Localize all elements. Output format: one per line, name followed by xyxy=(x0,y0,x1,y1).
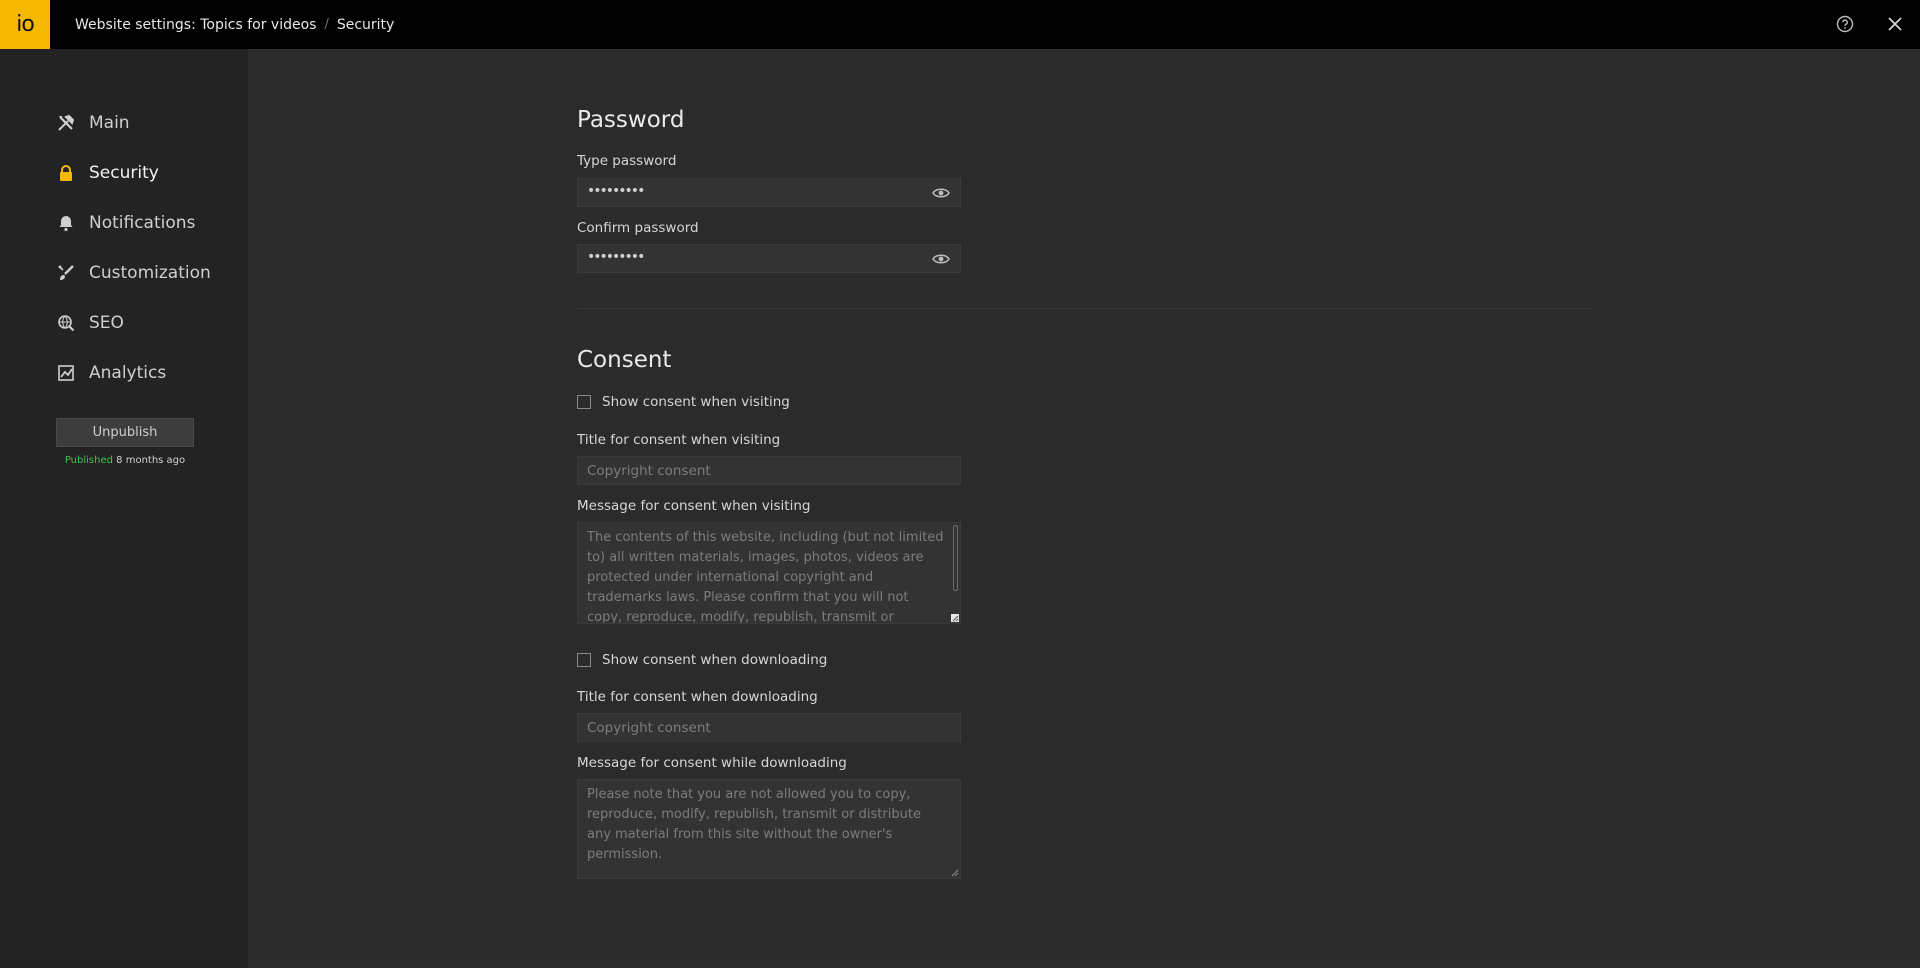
sidebar-item-label: Security xyxy=(89,163,159,183)
sidebar-item-customization[interactable]: Customization xyxy=(56,260,211,286)
globe-search-icon xyxy=(56,313,76,333)
sidebar-item-seo[interactable]: SEO xyxy=(56,310,124,336)
breadcrumb: Website settings: Topics for videos / Se… xyxy=(75,0,394,49)
help-circle-icon[interactable] xyxy=(1832,11,1858,37)
published-status-label: Published xyxy=(64,455,113,466)
message-downloading-label: Message for consent while downloading xyxy=(577,755,847,771)
unpublish-button[interactable]: Unpublish xyxy=(56,418,194,447)
logo-text: io xyxy=(16,12,35,37)
message-visiting-label: Message for consent when visiting xyxy=(577,498,811,514)
confirm-password-field[interactable]: ••••••••• xyxy=(577,244,961,273)
app-logo[interactable]: io xyxy=(0,0,50,49)
checkbox[interactable] xyxy=(577,653,591,667)
message-visiting-textarea[interactable]: The contents of this website, including … xyxy=(577,522,961,624)
brush-icon xyxy=(56,263,76,283)
title-downloading-placeholder: Copyright consent xyxy=(587,720,711,736)
breadcrumb-current: Security xyxy=(336,16,395,33)
message-downloading-placeholder: Please note that you are not allowed you… xyxy=(587,787,921,862)
sidebar-item-notifications[interactable]: Notifications xyxy=(56,210,195,236)
title-visiting-label: Title for consent when visiting xyxy=(577,432,781,448)
confirm-password-value: ••••••••• xyxy=(587,249,645,265)
sidebar-item-label: Main xyxy=(89,113,130,133)
bell-icon xyxy=(56,213,76,233)
sidebar-item-security[interactable]: Security xyxy=(56,160,159,186)
sidebar-item-label: SEO xyxy=(89,313,124,333)
type-password-field[interactable]: ••••••••• xyxy=(577,178,961,207)
checkbox-label: Show consent when visiting xyxy=(602,394,790,410)
publish-status: Published 8 months ago xyxy=(56,455,194,466)
title-downloading-input[interactable]: Copyright consent xyxy=(577,713,961,742)
top-bar: io Website settings: Topics for videos /… xyxy=(0,0,1920,49)
message-downloading-textarea[interactable]: Please note that you are not allowed you… xyxy=(577,779,961,879)
sidebar-item-label: Analytics xyxy=(89,363,167,383)
eye-icon[interactable] xyxy=(932,185,950,201)
confirm-password-label: Confirm password xyxy=(577,220,699,236)
title-visiting-input[interactable]: Copyright consent xyxy=(577,456,961,485)
show-consent-downloading-checkbox[interactable]: Show consent when downloading xyxy=(577,652,827,668)
breadcrumb-separator: / xyxy=(324,17,329,32)
breadcrumb-parent[interactable]: Website settings: Topics for videos xyxy=(75,17,316,33)
checkbox[interactable] xyxy=(577,395,591,409)
consent-heading: Consent xyxy=(577,347,672,373)
tools-icon xyxy=(56,113,76,133)
title-visiting-placeholder: Copyright consent xyxy=(587,463,711,479)
sidebar-item-label: Notifications xyxy=(89,213,196,233)
type-password-value: ••••••••• xyxy=(587,183,645,199)
password-heading: Password xyxy=(577,107,685,133)
scrollbar[interactable] xyxy=(953,525,958,591)
sidebar: Main Security Notifications Customizatio… xyxy=(0,49,248,968)
resize-handle-icon[interactable] xyxy=(951,869,959,877)
title-downloading-label: Title for consent when downloading xyxy=(577,689,818,705)
show-consent-visiting-checkbox[interactable]: Show consent when visiting xyxy=(577,394,790,410)
published-time: 8 months ago xyxy=(116,455,186,466)
section-divider xyxy=(577,308,1593,309)
close-icon[interactable] xyxy=(1882,11,1908,37)
eye-icon[interactable] xyxy=(932,251,950,267)
lock-icon xyxy=(56,163,76,183)
sidebar-item-label: Customization xyxy=(89,263,211,283)
sidebar-item-main[interactable]: Main xyxy=(56,110,130,136)
type-password-label: Type password xyxy=(577,153,677,169)
message-visiting-placeholder: The contents of this website, including … xyxy=(587,530,944,624)
chart-icon xyxy=(56,363,76,383)
checkbox-label: Show consent when downloading xyxy=(602,652,828,668)
sidebar-item-analytics[interactable]: Analytics xyxy=(56,360,166,386)
resize-handle-icon[interactable] xyxy=(951,614,959,622)
